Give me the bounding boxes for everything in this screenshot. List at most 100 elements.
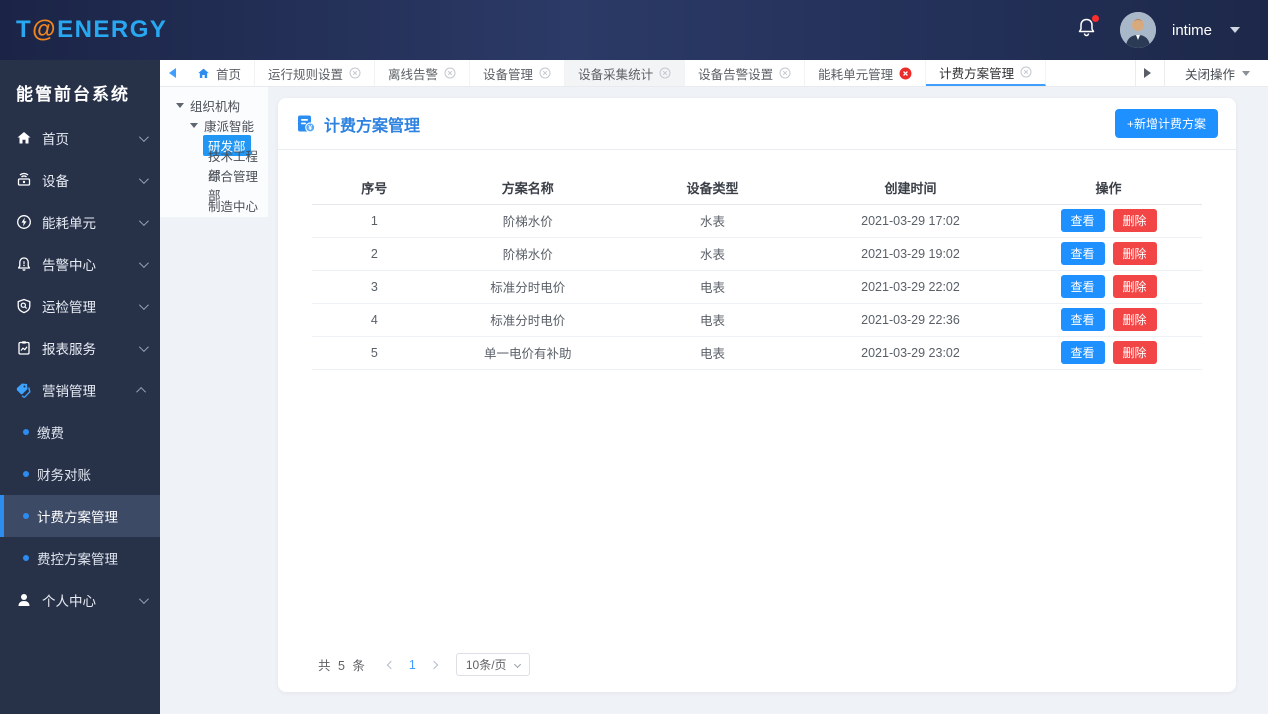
page-size-value: 10条/页 <box>465 658 507 672</box>
tree-node-org-root[interactable]: 组织机构 <box>160 95 268 115</box>
sidebar-item-label: 报表服务 <box>42 342 96 357</box>
view-button[interactable]: 查看 <box>1060 341 1105 364</box>
tab-device-alarm-settings[interactable]: 设备告警设置 <box>685 60 806 86</box>
tree-expand-caret-icon[interactable] <box>190 122 198 128</box>
close-icon[interactable] <box>659 67 671 79</box>
sidebar-item-home[interactable]: 首页 <box>0 117 160 159</box>
tab-offline-alarm[interactable]: 离线告警 <box>375 60 471 86</box>
sidebar-item-inspection[interactable]: 运检管理 <box>0 285 160 327</box>
brand-logo: T@ENERGY <box>16 16 167 44</box>
sidebar-item-personal-center[interactable]: 个人中心 <box>0 579 160 621</box>
inspection-icon <box>15 298 32 315</box>
chevron-right-icon <box>429 660 439 669</box>
bullet-dot-icon <box>23 429 29 435</box>
cell-device-type: 电表 <box>619 303 806 337</box>
table-header-row: 序号 方案名称 设备类型 创建时间 操作 <box>312 172 1202 205</box>
svg-text:¥: ¥ <box>308 124 312 131</box>
sidebar-item-device[interactable]: 设备 <box>0 159 160 201</box>
tab-billing-plan-management[interactable]: 计费方案管理 <box>926 60 1047 86</box>
sidebar-item-label: 营销管理 <box>42 384 96 399</box>
delete-button[interactable]: 删除 <box>1112 242 1157 265</box>
table-row: 1 阶梯水价 水表 2021-03-29 17:02 查看 删除 <box>312 204 1202 238</box>
chevron-down-icon <box>138 299 149 310</box>
organization-tree-panel: 组织机构 康派智能 研发部 技术工程部 综合管理部 制造中心 <box>160 87 268 217</box>
view-button[interactable]: 查看 <box>1060 275 1105 298</box>
logo-energy: ENERGY <box>57 16 168 43</box>
delete-button[interactable]: 删除 <box>1112 308 1157 331</box>
delete-button[interactable]: 删除 <box>1112 209 1157 232</box>
tab-label: 设备管理 <box>483 67 534 82</box>
column-header-plan-name: 方案名称 <box>436 172 620 205</box>
tabs-scroll-left-button[interactable] <box>160 60 184 86</box>
sidebar-item-reports[interactable]: 报表服务 <box>0 327 160 369</box>
close-operations-dropdown[interactable]: 关闭操作 <box>1163 60 1268 86</box>
sidebar-item-energy-unit[interactable]: 能耗单元 <box>0 201 160 243</box>
home-icon <box>15 130 32 147</box>
content-area: 组织机构 康派智能 研发部 技术工程部 综合管理部 制造中心 ¥ 计费方案管理 … <box>160 87 1268 714</box>
page-title: ¥ 计费方案管理 <box>296 112 420 136</box>
tab-device-management[interactable]: 设备管理 <box>470 60 566 86</box>
close-icon-red[interactable] <box>899 67 912 80</box>
pagination-page-1[interactable]: 1 <box>405 658 420 672</box>
tab-label: 能耗单元管理 <box>818 67 894 82</box>
sidebar-item-label: 运检管理 <box>42 300 96 315</box>
sidebar-subitem-label: 计费方案管理 <box>37 510 118 525</box>
chevron-down-icon <box>138 257 149 268</box>
sidebar-subitem-label: 费控方案管理 <box>37 552 118 567</box>
sidebar-subitem-fee-control-plan[interactable]: 费控方案管理 <box>0 537 160 579</box>
tab-home[interactable]: 首页 <box>184 60 256 86</box>
cell-plan-name: 标准分时电价 <box>436 270 620 304</box>
close-icon[interactable] <box>779 67 791 79</box>
chevron-down-icon <box>138 173 149 184</box>
sidebar-subitem-payment[interactable]: 缴费 <box>0 411 160 453</box>
close-icon[interactable] <box>1020 66 1032 78</box>
user-menu-caret-icon[interactable] <box>1230 27 1240 33</box>
cell-created-time: 2021-03-29 22:36 <box>805 303 1016 337</box>
sidebar-subitem-finance-reconciliation[interactable]: 财务对账 <box>0 453 160 495</box>
billing-document-icon: ¥ <box>298 115 316 132</box>
add-billing-plan-button[interactable]: +新增计费方案 <box>1114 109 1218 138</box>
chevron-down-icon <box>138 341 149 352</box>
marketing-icon <box>15 382 32 399</box>
tree-expand-caret-icon[interactable] <box>176 102 184 108</box>
tree-node-dept-admin[interactable]: 综合管理部 <box>160 170 268 203</box>
top-header-bar: T@ENERGY intime <box>0 0 1268 60</box>
chevron-down-icon <box>138 131 149 142</box>
pagination-next-button[interactable] <box>426 657 442 673</box>
view-button[interactable]: 查看 <box>1060 209 1105 232</box>
user-avatar[interactable] <box>1119 12 1156 48</box>
card-header: ¥ 计费方案管理 +新增计费方案 <box>278 98 1236 150</box>
tab-energy-unit-management[interactable]: 能耗单元管理 <box>805 60 927 86</box>
close-icon[interactable] <box>539 67 551 79</box>
cell-plan-name: 标准分时电价 <box>436 303 620 337</box>
tab-label: 设备采集统计 <box>578 67 654 82</box>
arrow-left-icon <box>168 68 176 78</box>
tab-device-collection-stats[interactable]: 设备采集统计 <box>565 60 686 86</box>
sidebar-subitem-billing-plan[interactable]: 计费方案管理 <box>0 495 160 537</box>
tree-node-company[interactable]: 康派智能 <box>160 115 268 135</box>
app-window: T@ENERGY intime 能管前台系统 首页 设备 能耗单元 告警中心 运… <box>0 0 1268 714</box>
pagination-prev-button[interactable] <box>383 657 399 673</box>
logo-at: @ <box>32 16 58 43</box>
notification-bell-icon[interactable] <box>1077 15 1099 43</box>
delete-button[interactable]: 删除 <box>1112 275 1157 298</box>
tabs-list: 首页 运行规则设置 离线告警 设备管理 设备采集统计 设备告警设置 能耗单元管理… <box>184 60 1135 86</box>
sidebar-item-alarm-center[interactable]: 告警中心 <box>0 243 160 285</box>
close-icon[interactable] <box>444 67 456 79</box>
tab-run-rules[interactable]: 运行规则设置 <box>255 60 376 86</box>
tree-node-dept-manufacturing[interactable]: 制造中心 <box>160 195 268 215</box>
view-button[interactable]: 查看 <box>1060 308 1105 331</box>
delete-button[interactable]: 删除 <box>1112 341 1157 364</box>
cell-device-type: 水表 <box>619 204 806 238</box>
column-header-no: 序号 <box>312 172 437 205</box>
cell-created-time: 2021-03-29 23:02 <box>805 336 1016 370</box>
page-size-select[interactable]: 10条/页 <box>455 653 530 676</box>
cell-device-type: 水表 <box>619 237 806 271</box>
report-icon <box>15 340 32 357</box>
close-icon[interactable] <box>349 67 361 79</box>
view-button[interactable]: 查看 <box>1060 242 1105 265</box>
sidebar-item-marketing[interactable]: 营销管理 <box>0 369 160 411</box>
table-row: 2 阶梯水价 水表 2021-03-29 19:02 查看 删除 <box>312 237 1202 271</box>
tabs-scroll-right-button[interactable] <box>1136 68 1160 78</box>
chevron-down-icon <box>138 593 149 604</box>
